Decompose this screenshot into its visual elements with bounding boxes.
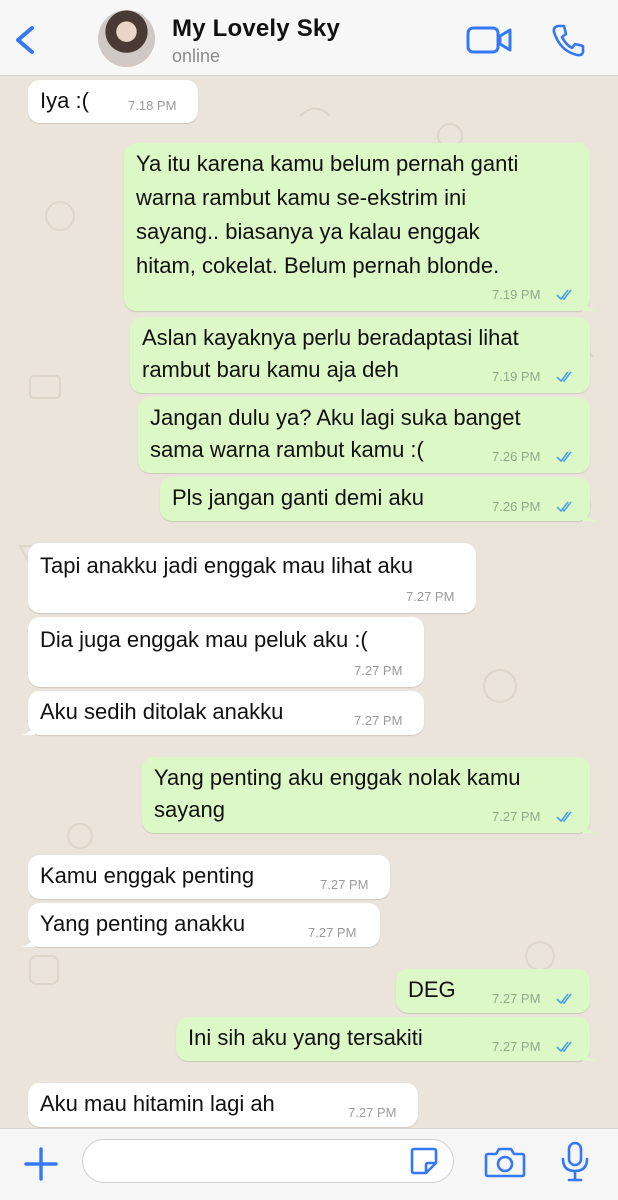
plus-icon [24, 1147, 58, 1181]
bubble-tail [583, 507, 597, 521]
read-receipt-icon [556, 993, 572, 1005]
message-text: hitam, cokelat. Belum pernah blonde. [136, 253, 500, 278]
message-time: 7.18 PM [128, 98, 177, 113]
contact-name[interactable]: My Lovely Sky [172, 15, 340, 43]
bubble-tail [21, 721, 35, 735]
read-receipt-icon [556, 1041, 572, 1053]
camera-icon [484, 1147, 526, 1178]
message-text: sama warna rambut kamu :( [150, 437, 424, 462]
message-text: Aku mau hitamin lagi ah [40, 1091, 275, 1116]
read-receipt-icon [556, 371, 572, 383]
sticker-icon [410, 1147, 438, 1175]
message-bubble-incoming[interactable]: Iya :( 7.18 PM [28, 80, 198, 123]
message-text: sayang.. biasanya ya kalau enggak [136, 219, 480, 244]
read-receipt-icon [556, 501, 572, 513]
bubble-tail [583, 819, 597, 833]
message-time: 7.27 PM [492, 991, 541, 1006]
microphone-button[interactable] [560, 1141, 590, 1183]
message-text: Tapi anakku jadi enggak mau lihat aku [40, 553, 414, 578]
message-time: 7.27 PM [308, 925, 357, 940]
message-bubble-outgoing[interactable]: DEG 7.27 PM [396, 969, 590, 1013]
message-time: 7.27 PM [354, 663, 403, 678]
message-text: Ini sih aku yang tersakiti [188, 1025, 423, 1050]
message-text: Ya itu karena kamu belum pernah ganti [136, 151, 519, 176]
message-time: 7.19 PM [492, 287, 541, 302]
message-text: Dia juga enggak mau peluk aku :( [40, 627, 368, 652]
phone-icon [552, 24, 585, 57]
message-composer [0, 1128, 618, 1200]
message-bubble-outgoing[interactable]: Aslan kayaknya perlu beradaptasi lihat r… [130, 317, 590, 393]
message-text: sayang [154, 797, 225, 822]
back-button[interactable] [8, 20, 44, 60]
chevron-left-icon [16, 26, 34, 54]
attach-button[interactable] [22, 1145, 60, 1183]
message-time: 7.27 PM [406, 589, 455, 604]
bubble-tail [583, 297, 597, 311]
message-bubble-outgoing[interactable]: Yang penting aku enggak nolak kamu sayan… [142, 757, 597, 833]
message-bubble-incoming[interactable]: Kamu enggak penting 7.27 PM [28, 855, 390, 899]
message-time: 7.27 PM [492, 1039, 541, 1054]
message-bubble-incoming[interactable]: Aku mau hitamin lagi ah 7.27 PM [28, 1083, 418, 1127]
message-text: Aslan kayaknya perlu beradaptasi lihat [142, 325, 519, 350]
message-bubble-incoming[interactable]: Aku sedih ditolak anakku 7.27 PM [21, 691, 424, 735]
sticker-button[interactable] [408, 1145, 440, 1177]
message-text: rambut baru kamu aja deh [142, 357, 399, 382]
video-camera-icon [466, 26, 512, 54]
message-bubble-outgoing[interactable]: Pls jangan ganti demi aku 7.26 PM [160, 477, 597, 521]
message-bubble-outgoing[interactable]: Ini sih aku yang tersakiti 7.27 PM [176, 1017, 597, 1061]
message-text: Yang penting aku enggak nolak kamu [154, 765, 521, 790]
microphone-icon [561, 1141, 589, 1182]
read-receipt-icon [556, 451, 572, 463]
message-text: Iya :( [40, 88, 89, 113]
message-time: 7.27 PM [348, 1105, 397, 1120]
contact-status: online [172, 46, 221, 66]
bubble-tail [21, 933, 35, 947]
avatar[interactable] [98, 10, 155, 67]
video-call-button[interactable] [466, 24, 512, 56]
message-time: 7.19 PM [492, 369, 541, 384]
voice-call-button[interactable] [550, 22, 586, 58]
camera-button[interactable] [484, 1145, 526, 1179]
chat-header: My Lovely Sky online [0, 0, 618, 76]
message-text: Jangan dulu ya? Aku lagi suka banget [150, 405, 521, 430]
message-bubble-outgoing[interactable]: Ya itu karena kamu belum pernah ganti wa… [124, 143, 597, 311]
message-time: 7.27 PM [492, 809, 541, 824]
message-bubble-outgoing[interactable]: Jangan dulu ya? Aku lagi suka banget sam… [138, 397, 590, 473]
message-bubble-incoming[interactable]: Dia juga enggak mau peluk aku :( 7.27 PM [28, 617, 424, 687]
message-text: Pls jangan ganti demi aku [172, 485, 424, 510]
message-input[interactable] [82, 1139, 454, 1183]
message-time: 7.26 PM [492, 499, 541, 514]
read-receipt-icon [556, 289, 572, 301]
message-time: 7.26 PM [492, 449, 541, 464]
bubble-tail [583, 1047, 597, 1061]
message-text: DEG [408, 977, 456, 1002]
message-text: Aku sedih ditolak anakku [40, 699, 284, 724]
message-time: 7.27 PM [320, 877, 369, 892]
message-text: Yang penting anakku [40, 911, 246, 936]
message-text: Kamu enggak penting [40, 863, 255, 888]
message-time: 7.27 PM [354, 713, 403, 728]
message-bubble-incoming[interactable]: Yang penting anakku 7.27 PM [21, 903, 380, 947]
read-receipt-icon [556, 811, 572, 823]
message-text: warna rambut kamu se-ekstrim ini [136, 185, 467, 210]
message-bubble-incoming[interactable]: Tapi anakku jadi enggak mau lihat aku 7.… [28, 543, 476, 613]
